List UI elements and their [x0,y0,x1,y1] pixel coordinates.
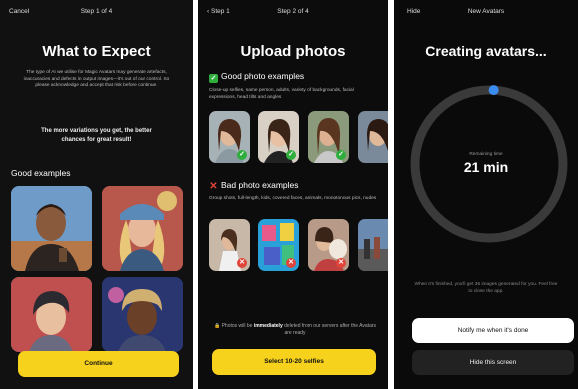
remaining-label: Remaining time [469,152,503,157]
check-icon: ✓ [286,150,296,160]
privacy-note: 🔒 Photos will be immediately deleted fro… [213,323,377,336]
bad-examples-description: Group shots, full-length, kids, covered … [209,196,377,201]
remaining-time: 21 min [463,159,509,175]
good-examples-label: Good examples [11,168,71,178]
creating-avatars-screen: Hide New Avatars Creating avatars... Rem… [394,0,578,389]
hide-screen-button[interactable]: Hide this screen [412,350,574,375]
page-title: What to Expect [42,43,151,60]
step-indicator: Step 2 of 4 [277,8,309,15]
progress-indicator [488,85,499,96]
bad-photo-2: ✕ [258,219,299,271]
bad-photo-1: ✕ [209,219,250,271]
top-bar: Hide New Avatars [394,0,578,22]
step-indicator: Step 1 of 4 [80,8,113,15]
good-photo-1: ✓ [209,111,250,163]
check-icon: ✓ [237,150,247,160]
good-examples-label: Good photo examples [221,71,305,81]
cross-icon: ✕ [336,258,346,268]
good-photo-4 [358,111,388,163]
example-avatar-3 [11,277,92,352]
cross-icon: ✕ [237,258,247,268]
cross-icon: ✕ [286,258,296,268]
select-selfies-button[interactable]: Select 10-20 selfies [212,349,376,375]
good-photo-3: ✓ [308,111,349,163]
bad-photo-4 [358,219,388,271]
creating-heading: Creating avatars... [425,43,547,59]
completion-note: When it's finished, you'll get 36 images… [414,282,558,294]
good-examples-header: ✓ Good photo examples [209,71,304,83]
check-icon: ✓ [209,74,218,83]
bad-examples-header: ✕ Bad photo examples [209,180,299,192]
page-title: Upload photos [240,43,346,60]
top-bar: Cancel Step 1 of 4 [0,0,193,22]
example-avatar-4 [102,277,183,352]
bad-examples-label: Bad photo examples [221,180,299,190]
top-bar: ‹ Step 1 Step 2 of 4 [198,0,388,22]
example-avatar-2 [102,186,183,271]
notify-button[interactable]: Notify me when it's done [412,318,574,343]
tip-line-2: chances for great result! [61,136,132,143]
bad-photo-3: ✕ [308,219,349,271]
good-photo-2: ✓ [258,111,299,163]
tip-line-1: The more variations you get, the better [41,128,152,134]
continue-button[interactable]: Continue [18,351,179,377]
upload-photos-screen: ‹ Step 1 Step 2 of 4 Upload photos ✓ Good… [198,0,388,389]
check-icon: ✓ [336,150,346,160]
lock-icon: 🔒 [213,323,222,329]
disclaimer-text: The type of AI we utilise for Magic Avat… [23,70,170,88]
screen-title: New Avatars [467,8,505,15]
what-to-expect-screen: Cancel Step 1 of 4 What to Expect The ty… [0,0,193,389]
good-examples-description: Close-up selfies, same person, adults, v… [209,88,354,100]
example-avatar-1 [11,186,92,271]
tip-text: The more variations you get, the better … [10,127,183,144]
cross-icon: ✕ [209,181,218,192]
